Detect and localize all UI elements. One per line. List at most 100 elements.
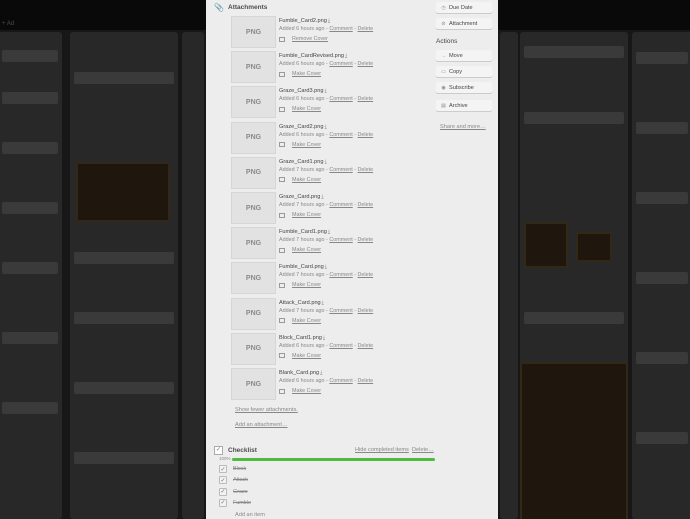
attachment-item: PNG Graze_Card2.png⤓ Added 6 hours ago - C… (231, 121, 441, 155)
attachment-delete-link[interactable]: Delete (358, 343, 374, 349)
checklist-item[interactable]: ✓ Block (219, 465, 246, 473)
attachment-delete-link[interactable]: Delete (358, 132, 374, 138)
attachment-thumbnail[interactable]: PNG (231, 86, 276, 119)
download-icon[interactable]: ⤓ (328, 229, 330, 235)
delete-checklist-link[interactable]: Delete… (412, 447, 434, 453)
attachment-name-link[interactable]: Graze_Card3.png (279, 88, 323, 94)
attachment-thumbnail[interactable]: PNG (231, 297, 276, 330)
attachment-thumbnail[interactable]: PNG (231, 368, 276, 400)
attachment-name-link[interactable]: Fumble_Card1.png (279, 229, 327, 235)
attachment-comment-link[interactable]: Comment (329, 272, 352, 278)
download-icon[interactable]: ⤓ (324, 159, 326, 165)
attachment-meta: Added 6 hours ago - Comment - Delete (279, 342, 374, 349)
attachment-comment-link[interactable]: Comment (329, 26, 352, 32)
attachment-delete-link[interactable]: Delete (358, 26, 374, 32)
add-checklist-item-link[interactable]: Add an item (235, 512, 265, 518)
checklist-item[interactable]: ✓ Graze (219, 487, 248, 496)
attachment-cover-link[interactable]: Make Cover (292, 282, 321, 288)
paperclip-icon: 📎 (214, 3, 224, 12)
attachment-thumbnail[interactable]: PNG (231, 16, 276, 48)
attachment-cover-link[interactable]: Make Cover (292, 247, 321, 253)
checklist-item[interactable]: ✓ Fumble (219, 498, 251, 507)
attachment-cover-link[interactable]: Make Cover (292, 318, 321, 324)
attachment-name-link[interactable]: Fumble_CardRevised.png (279, 53, 344, 59)
subscribe-button[interactable]: ◉ Subscribe (436, 82, 492, 93)
attachment-comment-link[interactable]: Comment (329, 132, 352, 138)
attachment-cover-link[interactable]: Make Cover (292, 142, 321, 148)
attachment-delete-link[interactable]: Delete (358, 167, 374, 173)
copy-label: Copy (449, 68, 463, 75)
attachment-thumbnail[interactable]: PNG (231, 262, 276, 295)
attachment-item: PNG Graze_Card3.png⤓ Added 6 hours ago - C… (231, 86, 441, 119)
attachment-name-link[interactable]: Block_Card1.png (279, 335, 322, 341)
attachment-delete-link[interactable]: Delete (358, 61, 374, 67)
checklist-item-label: Block (233, 466, 247, 472)
show-fewer-attachments-link[interactable]: Show fewer attachments. (235, 407, 298, 413)
attachment-cover-link[interactable]: Make Cover (292, 71, 321, 77)
attachment-comment-link[interactable]: Comment (329, 378, 352, 384)
attachment-comment-link[interactable]: Comment (329, 167, 352, 173)
download-icon[interactable]: ⤓ (324, 88, 326, 94)
add-attachment-link[interactable]: Add an attachment… (235, 422, 288, 428)
due-date-button[interactable]: ◷ Due Date (436, 2, 492, 13)
attachment-button[interactable]: ⊘ Attachment (436, 18, 492, 29)
copy-button[interactable]: ▭ Copy (436, 66, 492, 77)
attachment-comment-link[interactable]: Comment (329, 237, 352, 243)
attachment-name-link[interactable]: Graze_Card1.png (279, 159, 323, 165)
attachment-comment-link[interactable]: Comment (329, 308, 352, 314)
share-and-more-link[interactable]: Share and more… (440, 124, 486, 130)
move-button[interactable]: → Move (436, 50, 492, 61)
attachment-name-row: Fumble_CardRevised.png⤓ (279, 53, 347, 59)
download-icon[interactable]: ⤓ (345, 53, 347, 59)
attachment-comment-link[interactable]: Comment (329, 61, 352, 67)
attachment-name-link[interactable]: Blank_Card.png (279, 370, 319, 376)
attachment-comment-link[interactable]: Comment (329, 343, 352, 349)
attachment-delete-link[interactable]: Delete (358, 308, 374, 314)
clock-icon: ◷ (441, 4, 446, 11)
attachment-thumbnail[interactable]: PNG (231, 192, 276, 224)
download-icon[interactable]: ⤓ (323, 335, 325, 341)
attachment-name-link[interactable]: Fumble_Card.png (279, 264, 324, 270)
download-icon[interactable]: ⤓ (325, 264, 327, 270)
checklist-item-label: Fumble (233, 499, 251, 506)
attachment-thumbnail[interactable]: PNG (231, 156, 276, 189)
copy-icon: ▭ (441, 68, 446, 75)
download-icon[interactable]: ⤓ (324, 124, 326, 130)
attachment-added-time: Added 7 hours ago (279, 237, 325, 244)
attachment-cover-link[interactable]: Make Cover (292, 106, 321, 112)
attachment-thumbnail[interactable]: PNG (231, 227, 276, 260)
attachment-cover-link[interactable]: Make Cover (292, 212, 321, 218)
checkbox-checked-icon[interactable]: ✓ (219, 487, 227, 496)
attachment-cover-link[interactable]: Make Cover (292, 177, 321, 183)
checkbox-checked-icon[interactable]: ✓ (219, 465, 227, 473)
attachment-comment-link[interactable]: Comment (329, 202, 352, 208)
attachment-comment-link[interactable]: Comment (329, 96, 352, 102)
download-icon[interactable]: ⤓ (322, 300, 324, 306)
attachment-cover-link[interactable]: Remove Cover (292, 36, 328, 42)
checklist-item[interactable]: ✓ Attack (219, 476, 248, 485)
attachment-delete-link[interactable]: Delete (358, 96, 374, 102)
checkbox-checked-icon[interactable]: ✓ (219, 498, 227, 507)
archive-button[interactable]: ▤ Archive (436, 100, 492, 111)
checkbox-checked-icon[interactable]: ✓ (219, 476, 227, 485)
attachment-delete-link[interactable]: Delete (358, 202, 374, 208)
download-icon[interactable]: ⤓ (320, 370, 322, 376)
attachment-thumbnail[interactable]: PNG (231, 121, 276, 154)
attachment-delete-link[interactable]: Delete (358, 272, 374, 278)
attachment-thumbnail[interactable]: PNG (231, 332, 276, 365)
attachment-name-link[interactable]: Graze_Card2.png (279, 124, 323, 130)
download-icon[interactable]: ⤓ (321, 194, 323, 200)
attachment-cover-link[interactable]: Make Cover (292, 353, 321, 359)
attachment-name-link[interactable]: Fumble_Card2.png (279, 18, 327, 24)
attachment-meta: Added 6 hours ago - Comment - Delete (279, 61, 374, 68)
attachment-delete-link[interactable]: Delete (358, 378, 374, 384)
download-icon[interactable]: ⤓ (328, 18, 330, 24)
attachment-added-time: Added 7 hours ago (279, 166, 325, 173)
attachment-name-link[interactable]: Attack_Card.png (279, 300, 321, 306)
attachment-thumbnail[interactable]: PNG (231, 51, 276, 84)
attachment-cover-link[interactable]: Make Cover (292, 388, 321, 394)
hide-completed-items-link[interactable]: Hide completed items (355, 447, 409, 453)
attachment-name-link[interactable]: Graze_Card.png (279, 194, 320, 200)
attachment-delete-link[interactable]: Delete (358, 237, 374, 243)
attachment-added-time: Added 6 hours ago (279, 96, 325, 103)
